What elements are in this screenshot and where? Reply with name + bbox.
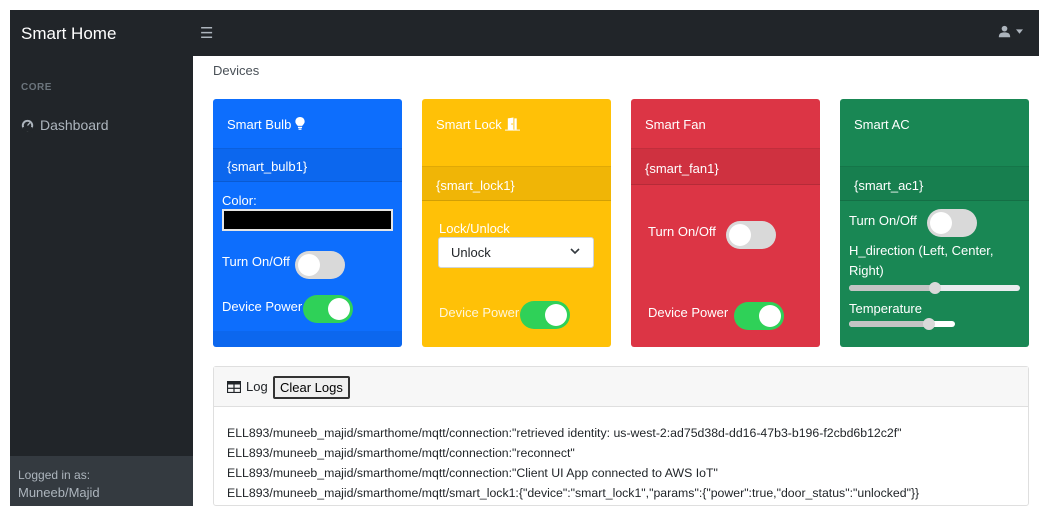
log-line: ELL893/muneeb_majid/smarthome/mqtt/conne… [227, 426, 902, 440]
door-icon [505, 117, 521, 131]
caret-down-icon [1016, 29, 1023, 34]
device-id: {smart_lock1} [422, 167, 611, 201]
sidebar-footer: Logged in as: Muneeb/Majid [10, 456, 193, 506]
sidebar-heading: CORE [21, 82, 52, 93]
clear-logs-button[interactable]: Clear Logs [273, 376, 350, 399]
lightbulb-icon [295, 117, 305, 130]
smart-lock-card: Smart Lock {smart_lock1} Lock/Unlock Unl… [422, 99, 611, 347]
h-direction-label: H_direction (Left, Center, Right) [849, 243, 994, 278]
power-label: Device Power [222, 299, 303, 314]
bulb-device-power-toggle[interactable] [303, 295, 353, 323]
log-title-label: Log [246, 379, 268, 394]
user-icon [998, 25, 1011, 38]
slider-thumb[interactable] [922, 318, 935, 330]
sidebar-toggle-icon[interactable]: ☰ [200, 24, 213, 42]
select-value: Unlock [451, 245, 491, 260]
card-header: Smart Bulb [213, 99, 402, 149]
log-title: Log [227, 379, 268, 394]
logged-in-user: Muneeb/Majid [18, 485, 100, 500]
select-label: Lock/Unlock [439, 221, 510, 236]
color-picker-input[interactable] [222, 209, 393, 231]
fan-device-power-toggle[interactable] [734, 302, 784, 330]
device-id: {smart_bulb1} [213, 149, 402, 182]
device-id: {smart_fan1} [631, 149, 820, 185]
power-label: Device Power [439, 305, 520, 320]
sidebar: CORE Dashboard Logged in as: Muneeb/Maji… [10, 56, 193, 506]
card-title: Smart Lock [436, 117, 502, 132]
temperature-slider[interactable] [849, 318, 955, 330]
temperature-label: Temperature [849, 301, 922, 316]
card-title: Smart Bulb [227, 117, 292, 132]
logged-in-caption: Logged in as: [18, 468, 91, 482]
log-card: Log Clear Logs ELL893/muneeb_majid/smart… [213, 366, 1029, 506]
dashboard-gauge-icon [21, 119, 34, 131]
fan-on-off-toggle[interactable] [726, 221, 776, 249]
power-label: Device Power [648, 305, 729, 320]
log-line: ELL893/muneeb_majid/smarthome/mqtt/smart… [227, 486, 920, 500]
lock-device-power-toggle[interactable] [520, 301, 570, 329]
color-label: Color: [222, 193, 257, 208]
smart-fan-card: Smart Fan {smart_fan1} Turn On/Off Devic… [631, 99, 820, 347]
sidebar-item-label: Dashboard [40, 117, 109, 133]
card-title: Smart Fan [645, 117, 706, 132]
bulb-on-off-toggle[interactable] [295, 251, 345, 279]
card-title: Smart AC [854, 117, 910, 132]
smart-bulb-card: Smart Bulb {smart_bulb1} Color: Turn On/… [213, 99, 402, 347]
card-footer [213, 331, 402, 347]
table-icon [227, 380, 241, 393]
device-id: {smart_ac1} [840, 167, 1029, 201]
card-header: Smart Lock [422, 99, 611, 167]
log-line: ELL893/muneeb_majid/smarthome/mqtt/conne… [227, 466, 718, 480]
ac-on-off-toggle[interactable] [927, 209, 977, 237]
log-header: Log Clear Logs [214, 367, 1028, 407]
breadcrumb: Devices [213, 63, 260, 78]
log-line: ELL893/muneeb_majid/smarthome/mqtt/conne… [227, 446, 575, 460]
brand-title[interactable]: Smart Home [21, 24, 116, 44]
log-lines: ELL893/muneeb_majid/smarthome/mqtt/conne… [227, 423, 919, 503]
toggle-label: Turn On/Off [849, 213, 917, 228]
top-navbar: Smart Home ☰ [10, 10, 1039, 56]
card-header: Smart Fan [631, 99, 820, 149]
toggle-label: Turn On/Off [648, 224, 716, 239]
card-header: Smart AC [840, 99, 1029, 167]
smart-ac-card: Smart AC {smart_ac1} Turn On/Off H_direc… [840, 99, 1029, 347]
sidebar-item-dashboard[interactable]: Dashboard [21, 117, 109, 133]
h-direction-slider[interactable] [849, 282, 1020, 294]
toggle-label: Turn On/Off [222, 254, 290, 269]
slider-thumb[interactable] [928, 282, 941, 294]
lock-unlock-select[interactable]: Unlock [438, 237, 594, 268]
chevron-down-icon [570, 248, 580, 255]
user-menu[interactable] [998, 25, 1023, 38]
